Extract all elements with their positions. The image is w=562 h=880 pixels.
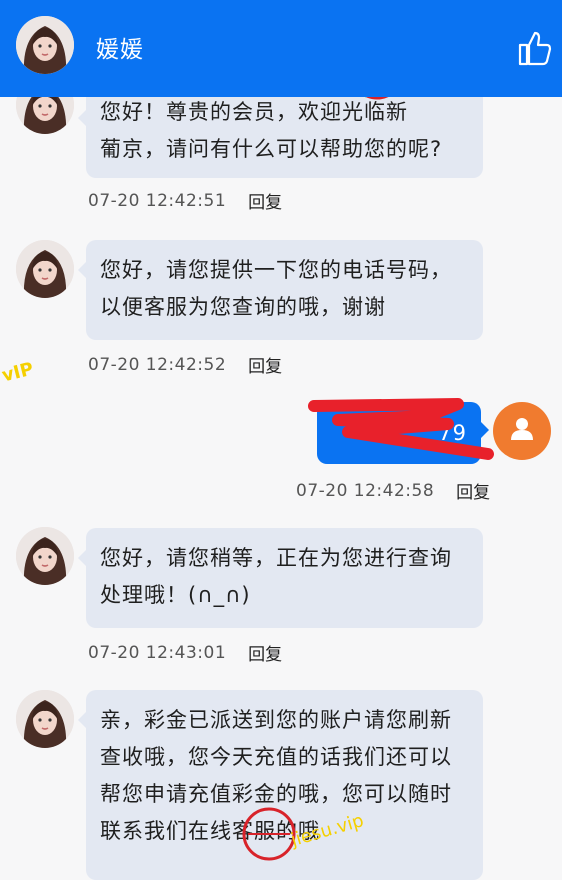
user-avatar[interactable] — [493, 402, 551, 460]
message-line: 处理哦！(∩_∩) — [100, 583, 251, 607]
message-bubble: 您好，请您稍等，正在为您进行查询 处理哦！(∩_∩) — [78, 528, 483, 628]
message-line: 以便客服为您查询的哦，谢谢 — [100, 295, 386, 319]
message-line: 亲，彩金已派送到您的账户请您刷新 — [100, 708, 452, 732]
message-line: 帮您申请充值彩金的哦，您可以随时 — [100, 782, 452, 806]
message-timestamp: 07-20 12:42:58 — [296, 480, 435, 501]
message-bubble: 您好，请您提供一下您的电话号码， 以便客服为您查询的哦，谢谢 — [78, 240, 483, 340]
message-bubble: 您好！尊贵的会员，欢迎光临新 葡京，请问有什么可以帮助您的呢? — [78, 88, 483, 178]
user-icon — [511, 418, 533, 440]
message-meta: 07-20 12:43:01 回复 — [88, 640, 282, 666]
message-line: 您好，请您提供一下您的电话号码， — [100, 258, 452, 282]
reply-link[interactable]: 回复 — [456, 478, 490, 503]
reply-link[interactable]: 回复 — [248, 352, 282, 377]
redaction-scribble — [308, 398, 494, 460]
message-timestamp: 07-20 12:42:51 — [88, 190, 227, 211]
chat-title: 媛媛 — [96, 37, 144, 63]
message-line: 查收哦，您今天充值的话我们还可以 — [100, 745, 452, 769]
message-timestamp: 07-20 12:43:01 — [88, 642, 227, 663]
message-bubble: 亲，彩金已派送到您的账户请您刷新 查收哦，您今天充值的话我们还可以 帮您申请充值… — [78, 690, 483, 880]
watermark-text: vIP — [0, 358, 36, 387]
message-line: 联系我们在线客服的哦 — [100, 819, 320, 843]
agent-avatar[interactable] — [16, 527, 74, 585]
message-meta: 07-20 12:42:58 回复 — [296, 478, 490, 504]
agent-avatar[interactable] — [16, 690, 74, 748]
message-line: 您好，请您稍等，正在为您进行查询 — [100, 546, 452, 570]
message-meta: 07-20 12:42:52 回复 — [88, 352, 282, 378]
message-meta: 07-20 12:42:51 回复 — [88, 188, 282, 214]
message-timestamp: 07-20 12:42:52 — [88, 354, 227, 375]
thumbs-up-icon[interactable] — [518, 30, 552, 70]
agent-avatar[interactable] — [16, 16, 74, 74]
reply-link[interactable]: 回复 — [248, 640, 282, 665]
chat-header: 媛媛 — [0, 0, 562, 97]
message-line: 您好！尊贵的会员，欢迎光临新 — [100, 100, 408, 124]
agent-avatar[interactable] — [16, 240, 74, 298]
reply-link[interactable]: 回复 — [248, 188, 282, 213]
message-line: 葡京，请问有什么可以帮助您的呢? — [100, 137, 443, 161]
